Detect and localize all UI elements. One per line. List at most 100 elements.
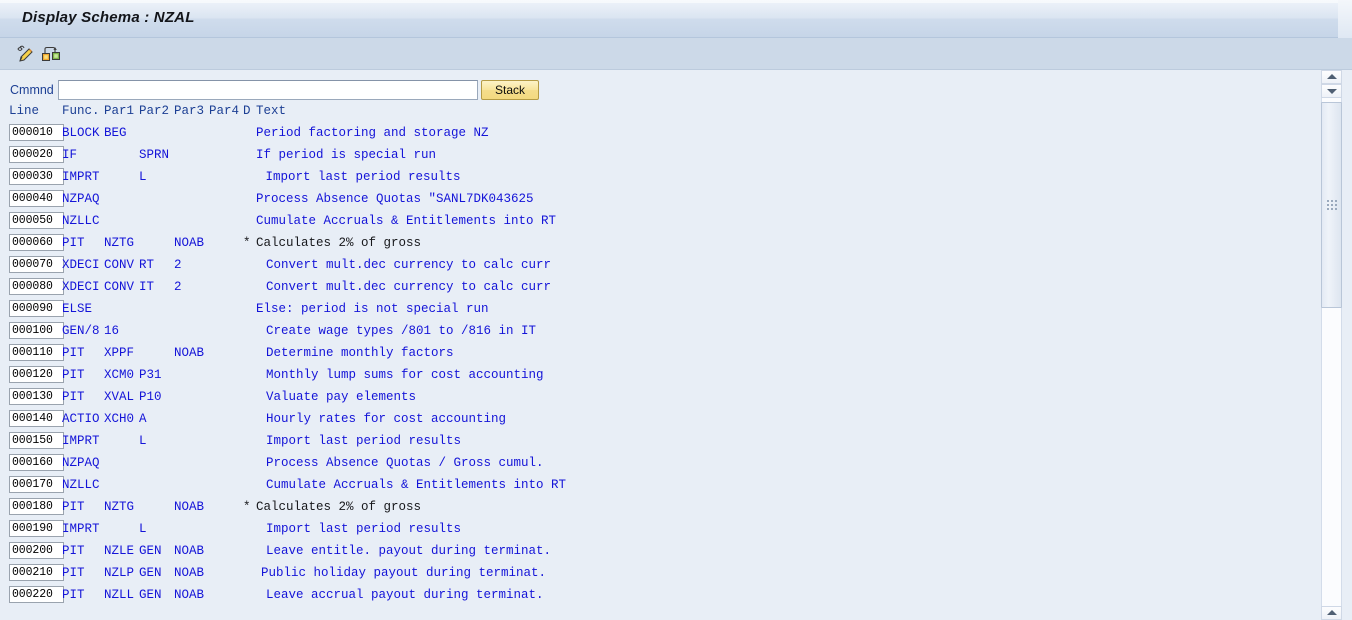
row-par3: NOAB — [174, 566, 205, 580]
chevron-down-icon — [1326, 89, 1337, 94]
row-line-number[interactable]: 000170 — [9, 476, 64, 493]
scroll-up-button[interactable] — [1321, 70, 1342, 84]
row-line-number[interactable]: 000160 — [9, 454, 64, 471]
table-row[interactable]: 000040 NZPAQ Process Absence Quotas "SANL7… — [0, 188, 1311, 210]
row-line-number[interactable]: 000150 — [9, 432, 64, 449]
table-row[interactable]: 000110 PIT XPPF NOAB Determine monthly facto… — [0, 342, 1311, 364]
row-par2: GEN — [139, 566, 162, 580]
row-func: NZLLC — [62, 214, 100, 228]
command-row: Cmmnd Stack — [0, 80, 1311, 102]
row-text: Process Absence Quotas / Gross cumul. — [266, 456, 544, 470]
row-text: Public holiday payout during terminat. — [261, 566, 547, 580]
schema-content-pane: Cmmnd Stack Line Func. Par1 Par2 Par3 Pa… — [0, 70, 1311, 620]
edit-pencil-icon[interactable] — [15, 44, 37, 64]
scroll-down-button[interactable] — [1321, 84, 1342, 98]
row-line-number[interactable]: 000050 — [9, 212, 64, 229]
table-row[interactable]: 000100 GEN/8 16 Create wage types /801 to /… — [0, 320, 1311, 342]
table-row[interactable]: 000050 NZLLC Cumulate Accruals & Entitleme… — [0, 210, 1311, 232]
table-row[interactable]: 000020 IF SPRN If period is special run — [0, 144, 1311, 166]
row-line-number[interactable]: 000100 — [9, 322, 64, 339]
row-func: PIT — [62, 346, 85, 360]
row-line-number[interactable]: 000040 — [9, 190, 64, 207]
row-line-number[interactable]: 000130 — [9, 388, 64, 405]
row-line-number[interactable]: 000110 — [9, 344, 64, 361]
row-func: IMPRT — [62, 434, 100, 448]
table-row[interactable]: 000160 NZPAQ Process Absence Quotas / Gros… — [0, 452, 1311, 474]
row-func: IMPRT — [62, 170, 100, 184]
column-header-line: Line — [9, 104, 40, 118]
row-func: XDECI — [62, 280, 100, 294]
scroll-bottom-button[interactable] — [1321, 606, 1342, 620]
table-row[interactable]: 000070 XDECI CONV RT 2 Convert mult.dec curre… — [0, 254, 1311, 276]
row-text: Hourly rates for cost accounting — [266, 412, 507, 426]
row-line-number[interactable]: 000210 — [9, 564, 64, 581]
command-input[interactable] — [58, 80, 478, 100]
row-par2: A — [139, 412, 147, 426]
row-func: NZLLC — [62, 478, 100, 492]
row-text: Import last period results — [258, 170, 461, 184]
row-par3: 2 — [174, 280, 182, 294]
table-row[interactable]: 000190 IMPRT L Import last period results — [0, 518, 1311, 540]
table-row[interactable]: 000140 ACTIO XCH0 A Hourly rates for cost ac… — [0, 408, 1311, 430]
row-line-number[interactable]: 000190 — [9, 520, 64, 537]
row-par1: BEG — [104, 126, 127, 140]
row-par3: NOAB — [174, 346, 205, 360]
row-d-flag: * — [243, 500, 251, 514]
row-par2: L — [139, 434, 147, 448]
row-par1: NZTG — [104, 236, 135, 250]
grip-dots-icon — [1326, 200, 1337, 210]
table-row[interactable]: 000130 PIT XVAL P10 Valuate pay elements — [0, 386, 1311, 408]
schema-table: Line Func. Par1 Par2 Par3 Par4 D Text 00… — [0, 104, 1311, 606]
vertical-scrollbar[interactable] — [1311, 70, 1352, 620]
row-line-number[interactable]: 000180 — [9, 498, 64, 515]
row-par1: XPPF — [104, 346, 135, 360]
table-row[interactable]: 000030 IMPRT L Import last period results — [0, 166, 1311, 188]
hierarchy-navigate-icon[interactable] — [40, 44, 62, 64]
row-func: ELSE — [62, 302, 93, 316]
row-func: IMPRT — [62, 522, 100, 536]
row-line-number[interactable]: 000200 — [9, 542, 64, 559]
row-line-number[interactable]: 000020 — [9, 146, 64, 163]
table-row[interactable]: 000210 PIT NZLP GEN NOAB Public holiday payou… — [0, 562, 1311, 584]
row-func: PIT — [62, 236, 85, 250]
row-func: ACTIO — [62, 412, 100, 426]
row-par2: L — [139, 522, 147, 536]
table-row[interactable]: 000200 PIT NZLE GEN NOAB Leave entitle. payou… — [0, 540, 1311, 562]
row-line-number[interactable]: 000220 — [9, 586, 64, 603]
table-row[interactable]: 000150 IMPRT L Import last period results — [0, 430, 1311, 452]
row-text: Leave entitle. payout during terminat. — [266, 544, 552, 558]
row-text: Convert mult.dec currency to calc curr — [266, 258, 552, 272]
chevron-up-small-icon — [1326, 610, 1337, 615]
row-text: Calculates 2% of gross — [256, 236, 422, 250]
row-par2: IT — [139, 280, 155, 294]
row-line-number[interactable]: 000030 — [9, 168, 64, 185]
row-line-number[interactable]: 000060 — [9, 234, 64, 251]
row-line-number[interactable]: 000010 — [9, 124, 64, 141]
row-par2: SPRN — [139, 148, 170, 162]
title-bar-right-cap — [1338, 0, 1352, 38]
table-row[interactable]: 000170 NZLLC Cumulate Accruals & Entitleme… — [0, 474, 1311, 496]
row-func: PIT — [62, 390, 85, 404]
table-row[interactable]: 000180 PIT NZTG NOAB * Calculates 2% of gross — [0, 496, 1311, 518]
row-line-number[interactable]: 000070 — [9, 256, 64, 273]
row-func: XDECI — [62, 258, 100, 272]
row-line-number[interactable]: 000090 — [9, 300, 64, 317]
stack-button[interactable]: Stack — [481, 80, 539, 100]
row-par3: NOAB — [174, 500, 205, 514]
table-row[interactable]: 000120 PIT XCM0 P31 Monthly lump sums for co… — [0, 364, 1311, 386]
scrollbar-thumb[interactable] — [1321, 102, 1342, 308]
table-row[interactable]: 000080 XDECI CONV IT 2 Convert mult.dec curre… — [0, 276, 1311, 298]
row-func: IF — [62, 148, 78, 162]
row-text: Valuate pay elements — [266, 390, 417, 404]
row-line-number[interactable]: 000080 — [9, 278, 64, 295]
table-row[interactable]: 000090 ELSE Else: period is not special ru… — [0, 298, 1311, 320]
row-text: Process Absence Quotas "SANL7DK043625 — [256, 192, 534, 206]
table-row[interactable]: 000060 PIT NZTG NOAB * Calculates 2% of gross — [0, 232, 1311, 254]
row-par1: NZLP — [104, 566, 135, 580]
column-header-par3: Par3 — [174, 104, 205, 118]
table-body: 000010 BLOCK BEG Period factoring and stora… — [0, 122, 1311, 606]
table-row[interactable]: 000220 PIT NZLL GEN NOAB Leave accrual payout… — [0, 584, 1311, 606]
row-line-number[interactable]: 000120 — [9, 366, 64, 383]
row-line-number[interactable]: 000140 — [9, 410, 64, 427]
table-row[interactable]: 000010 BLOCK BEG Period factoring and stora… — [0, 122, 1311, 144]
